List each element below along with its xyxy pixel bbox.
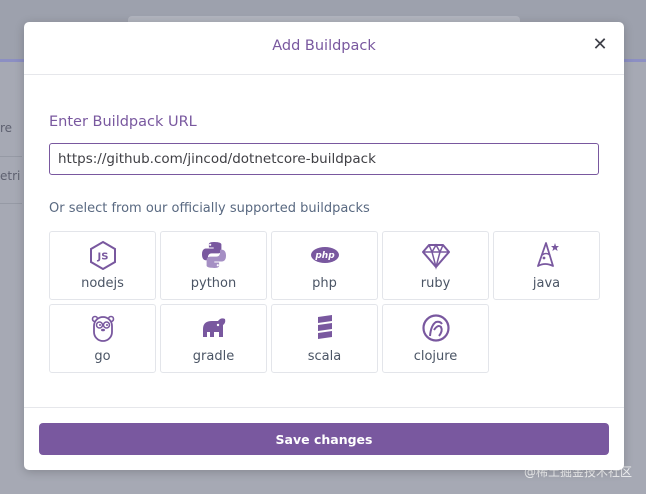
buildpack-url-label: Enter Buildpack URL [49,114,197,130]
python-icon [201,242,226,268]
php-icon: php [310,247,339,263]
buildpack-tile-nodejs[interactable]: JS nodejs [49,231,156,300]
buildpack-tile-go[interactable]: go [49,304,156,373]
gradle-icon [202,318,225,337]
scala-icon [317,315,332,339]
buildpack-label: python [190,276,237,291]
buildpack-label: php [312,276,337,291]
buildpack-tile-php[interactable]: php php [271,231,378,300]
close-button[interactable]: ✕ [590,34,610,56]
buildpack-label: nodejs [81,276,124,291]
buildpack-tile-gradle[interactable]: gradle [160,304,267,373]
background-divider [0,156,22,157]
svg-text:php: php [314,251,335,261]
background-label-settings: re [0,121,13,135]
supported-buildpacks-label: Or select from our officially supported … [49,201,370,216]
ruby-icon [421,243,450,270]
clojure-icon [421,314,450,342]
close-icon: ✕ [592,34,608,55]
go-icon [91,315,114,342]
buildpack-tile-java[interactable]: java [493,231,600,300]
buildpack-label: go [94,349,111,364]
buildpack-url-input[interactable] [49,143,599,175]
buildpack-label: ruby [420,276,451,291]
modal-footer-divider [24,407,624,408]
buildpack-grid: JS nodejs python php php ruby java go gr… [49,231,600,373]
buildpack-label: scala [307,349,342,364]
modal-title: Add Buildpack [272,38,376,54]
java-icon [536,242,559,267]
buildpack-label: clojure [413,349,458,364]
nodejs-icon: JS [89,240,116,270]
buildpack-label: gradle [192,349,235,364]
buildpack-tile-ruby[interactable]: ruby [382,231,489,300]
buildpack-tile-scala[interactable]: scala [271,304,378,373]
modal-header: Add Buildpack ✕ [24,22,624,75]
save-changes-button[interactable]: Save changes [39,423,609,455]
buildpack-label: java [532,276,561,291]
svg-text:JS: JS [96,252,108,263]
background-divider [0,203,22,204]
buildpack-tile-clojure[interactable]: clojure [382,304,489,373]
buildpack-tile-python[interactable]: python [160,231,267,300]
add-buildpack-modal: Add Buildpack ✕ Enter Buildpack URL Or s… [24,22,624,470]
background-label-metrics: etri [0,169,21,183]
